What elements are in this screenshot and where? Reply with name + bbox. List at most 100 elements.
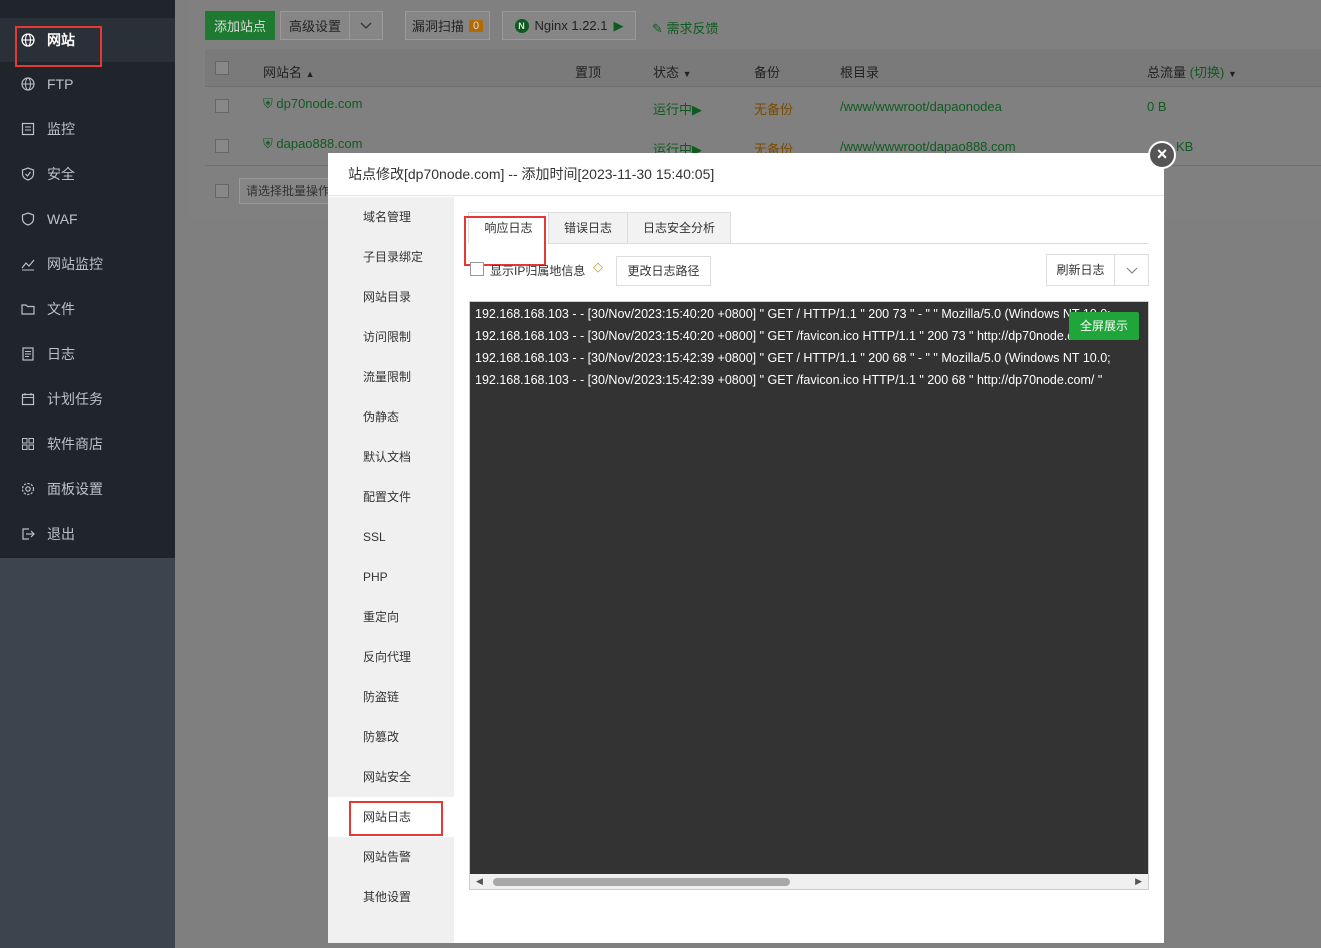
- batch-checkbox[interactable]: [215, 184, 229, 198]
- batch-select[interactable]: 请选择批量操作: [239, 178, 339, 204]
- nav-rewrite[interactable]: 伪静态: [328, 397, 454, 437]
- chevron-down-icon: [1126, 264, 1138, 278]
- nav-hotlink[interactable]: 防盗链: [328, 677, 454, 717]
- traffic-value: 0 B: [1147, 99, 1167, 114]
- add-site-button[interactable]: 添加站点: [205, 11, 275, 40]
- nav-other-settings[interactable]: 其他设置: [328, 877, 454, 917]
- sidebar-item-label: WAF: [47, 211, 78, 227]
- sidebar-item-label: 面板设置: [47, 481, 103, 497]
- scroll-right-icon[interactable]: ▶: [1135, 876, 1142, 887]
- status-running[interactable]: 运行中▶: [653, 99, 702, 118]
- horizontal-scrollbar[interactable]: ◀ ▶: [470, 874, 1148, 889]
- grid-icon: [20, 436, 36, 452]
- th-name[interactable]: 网站名 ▲: [263, 62, 315, 81]
- highlight-box: [349, 801, 443, 836]
- sidebar-item-label: 计划任务: [47, 391, 103, 407]
- sidebar-item-cron[interactable]: 计划任务: [0, 377, 175, 421]
- sidebar-item-settings[interactable]: 面板设置: [0, 467, 175, 511]
- sidebar-item-store[interactable]: 软件商店: [0, 422, 175, 466]
- nav-default-doc[interactable]: 默认文档: [328, 437, 454, 477]
- log-line: 192.168.168.103 - - [30/Nov/2023:15:40:2…: [475, 329, 1103, 343]
- sidebar-item-security[interactable]: 安全: [0, 152, 175, 196]
- scroll-thumb[interactable]: [493, 878, 790, 886]
- nav-config-file[interactable]: 配置文件: [328, 477, 454, 517]
- tab-log-analysis[interactable]: 日志安全分析: [627, 212, 731, 244]
- log-viewer[interactable]: 192.168.168.103 - - [30/Nov/2023:15:40:2…: [469, 301, 1149, 890]
- scroll-left-icon[interactable]: ◀: [476, 876, 483, 887]
- nav-access-limit[interactable]: 访问限制: [328, 317, 454, 357]
- nav-site-alerts[interactable]: 网站告警: [328, 837, 454, 877]
- show-ip-checkbox[interactable]: [470, 262, 484, 276]
- log-line: 192.168.168.103 - - [30/Nov/2023:15:40:2…: [475, 307, 1111, 321]
- th-traffic[interactable]: 总流量 (切换) ▼: [1147, 62, 1237, 81]
- refresh-dropdown-button[interactable]: [1114, 254, 1149, 286]
- nav-redirect[interactable]: 重定向: [328, 597, 454, 637]
- chart-icon: [20, 121, 36, 137]
- site-name-link[interactable]: ⛨ dp70node.com: [263, 96, 362, 112]
- nav-site-security[interactable]: 网站安全: [328, 757, 454, 797]
- nginx-button[interactable]: N Nginx 1.22.1 ▶: [502, 11, 636, 40]
- show-ip-label: 显示IP归属地信息: [490, 264, 586, 278]
- sidebar-item-logout[interactable]: 退出: [0, 512, 175, 556]
- nav-reverse-proxy[interactable]: 反向代理: [328, 637, 454, 677]
- highlight-box: [464, 216, 546, 266]
- sidebar-item-ftp[interactable]: FTP: [0, 62, 175, 106]
- root-path-link[interactable]: /www/wwwroot/dapao888.com: [840, 139, 1016, 154]
- root-path-link[interactable]: /www/wwwroot/dapaonodea: [840, 99, 1002, 114]
- row-checkbox[interactable]: [215, 99, 229, 113]
- vuln-count-badge: 0: [468, 19, 484, 32]
- waf-shield-icon: [20, 211, 36, 227]
- chevron-down-icon: [360, 18, 372, 33]
- vuln-scan-button[interactable]: 漏洞扫描 0: [405, 11, 490, 40]
- fullscreen-button[interactable]: 全屏展示: [1069, 312, 1139, 340]
- th-status[interactable]: 状态 ▼: [653, 62, 692, 81]
- modal-title: 站点修改[dp70node.com] -- 添加时间[2023-11-30 15…: [328, 153, 1164, 196]
- play-icon: ▶: [613, 17, 624, 33]
- sidebar-item-label: 退出: [47, 526, 75, 542]
- sidebar-item-monitor[interactable]: 监控: [0, 107, 175, 151]
- sidebar-item-label: 安全: [47, 166, 75, 182]
- sidebar-item-label: 日志: [47, 346, 75, 362]
- advanced-settings-button[interactable]: 高级设置: [280, 11, 350, 40]
- nav-site-dir[interactable]: 网站目录: [328, 277, 454, 317]
- diamond-icon: ◇: [593, 259, 603, 274]
- log-line: 192.168.168.103 - - [30/Nov/2023:15:42:3…: [475, 351, 1111, 365]
- advanced-dropdown-button[interactable]: [349, 11, 383, 40]
- nav-domain[interactable]: 域名管理: [328, 197, 454, 237]
- edit-icon: ✎: [652, 21, 663, 36]
- folder-icon: [20, 301, 36, 317]
- sidebar-item-waf[interactable]: WAF: [0, 197, 175, 241]
- sidebar-item-site-monitor[interactable]: 网站监控: [0, 242, 175, 286]
- refresh-log-button[interactable]: 刷新日志: [1046, 254, 1115, 286]
- nginx-icon: N: [514, 18, 529, 33]
- sidebar-item-label: 文件: [47, 301, 75, 317]
- highlight-box: [15, 26, 102, 67]
- feedback-link[interactable]: ✎ 需求反馈: [652, 18, 719, 37]
- line-chart-icon: [20, 256, 36, 272]
- sidebar-item-files[interactable]: 文件: [0, 287, 175, 331]
- sidebar-item-label: 监控: [47, 121, 75, 137]
- exit-icon: [20, 526, 36, 542]
- nav-php[interactable]: PHP: [328, 557, 454, 597]
- nav-ssl[interactable]: SSL: [328, 517, 454, 557]
- calendar-icon: [20, 391, 36, 407]
- select-all-checkbox[interactable]: [215, 61, 229, 75]
- log-line: 192.168.168.103 - - [30/Nov/2023:15:42:3…: [475, 373, 1103, 387]
- backup-status[interactable]: 无备份: [754, 99, 793, 118]
- nav-subdir[interactable]: 子目录绑定: [328, 237, 454, 277]
- nav-traffic-limit[interactable]: 流量限制: [328, 357, 454, 397]
- close-button[interactable]: ×: [1148, 141, 1176, 169]
- th-backup: 备份: [754, 65, 781, 80]
- gear-icon: [20, 481, 36, 497]
- shield-icon: [20, 166, 36, 182]
- sidebar-item-logs[interactable]: 日志: [0, 332, 175, 376]
- sidebar-item-label: 软件商店: [47, 436, 103, 452]
- th-top: 置顶: [575, 65, 602, 80]
- site-name-link[interactable]: ⛨ dapao888.com: [263, 136, 362, 152]
- sidebar-item-label: FTP: [47, 76, 74, 92]
- change-log-path-button[interactable]: 更改日志路径: [616, 256, 711, 286]
- waf-shield-icon: ⛨: [263, 96, 273, 111]
- tab-error-log[interactable]: 错误日志: [548, 212, 628, 244]
- nav-tamper[interactable]: 防篡改: [328, 717, 454, 757]
- row-checkbox[interactable]: [215, 139, 229, 153]
